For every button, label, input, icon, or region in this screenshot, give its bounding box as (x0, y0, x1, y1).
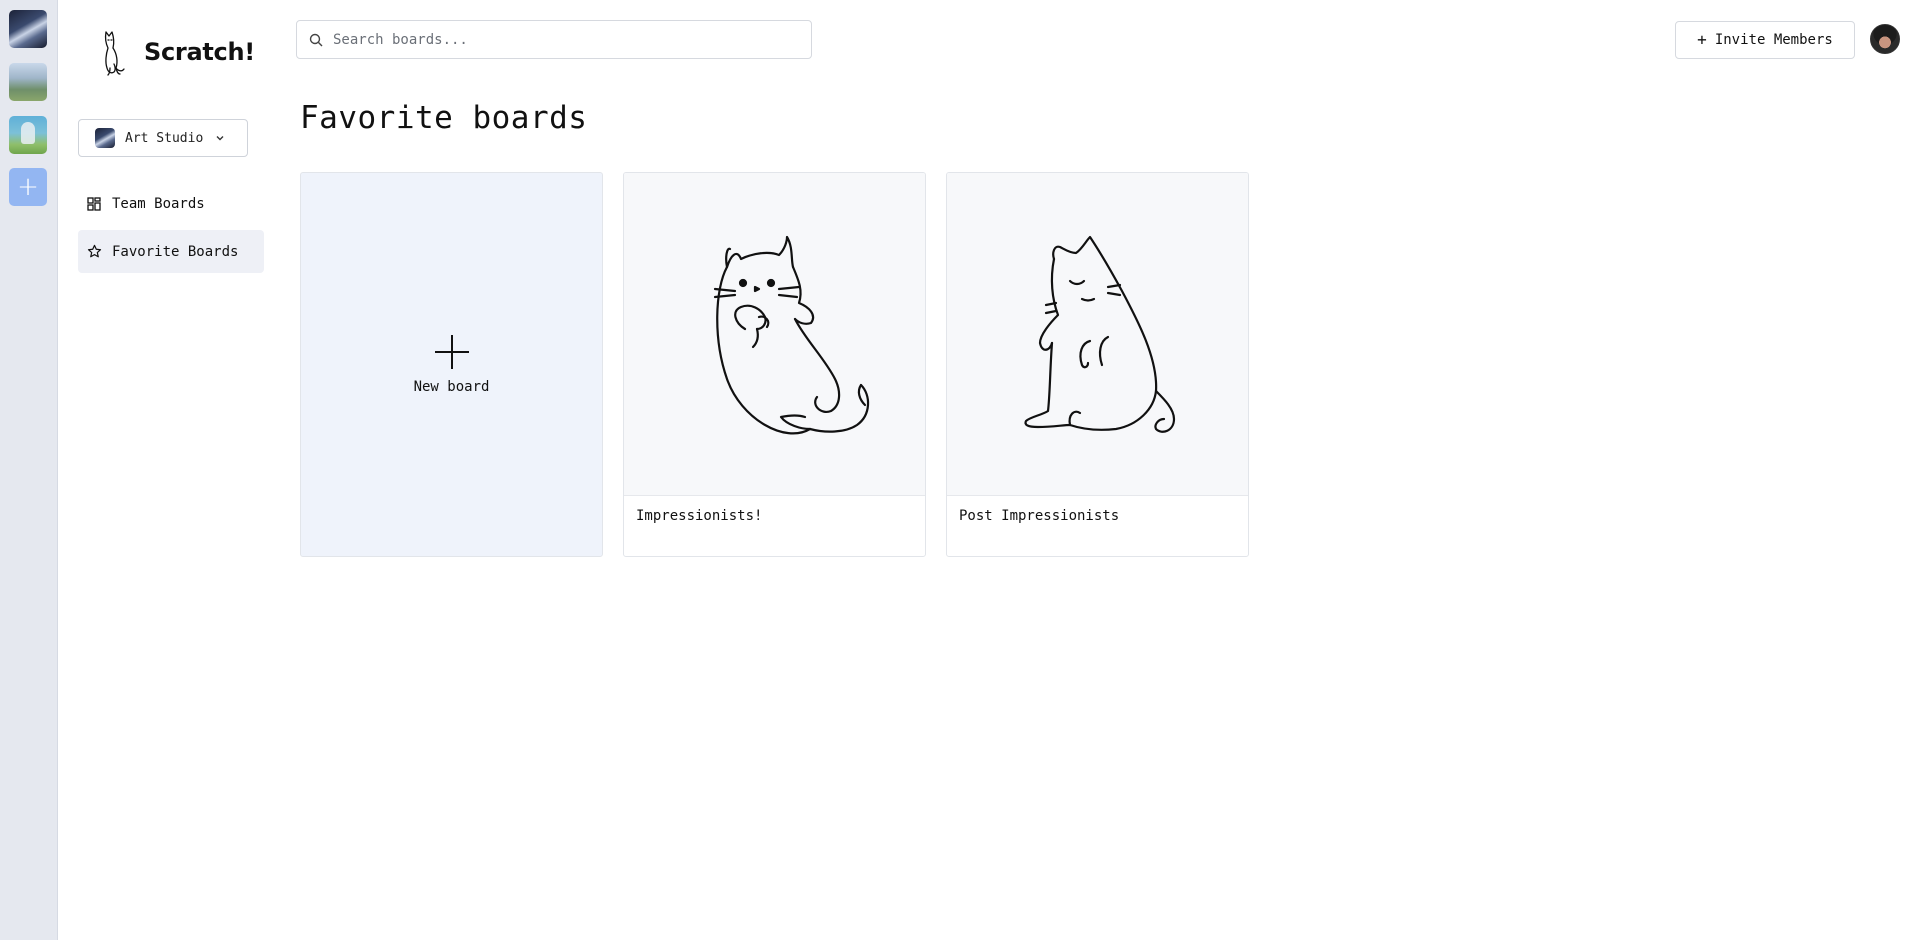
sidebar-item-favorite-boards[interactable]: Favorite Boards (78, 230, 264, 273)
grid-icon (86, 196, 102, 212)
plus-icon: + (17, 172, 39, 202)
org-selector[interactable]: Art Studio (78, 119, 248, 157)
org-avatar-2[interactable] (9, 63, 47, 101)
board-title: Impressionists! (636, 508, 763, 524)
org-rail: + (0, 0, 58, 940)
search-input[interactable] (333, 31, 793, 48)
org-avatar-3[interactable] (9, 116, 47, 154)
new-board-label: New board (413, 378, 490, 395)
sidebar-item-label: Favorite Boards (112, 243, 239, 260)
search-icon (309, 33, 323, 46)
app-logo[interactable]: Scratch! (96, 28, 255, 76)
star-icon (86, 244, 102, 260)
cat-sitting-illustration-icon (1023, 235, 1175, 433)
board-card[interactable]: Impressionists! (623, 172, 926, 557)
cat-logo-icon (104, 31, 125, 76)
add-org-button[interactable]: + (9, 168, 47, 206)
plus-icon (434, 334, 469, 369)
invite-members-label: Invite Members (1714, 32, 1833, 48)
sidebar-nav: Team Boards Favorite Boards (78, 182, 264, 278)
sidebar-item-label: Team Boards (112, 195, 205, 212)
app-name: Scratch! (144, 38, 255, 66)
board-thumbnail (624, 173, 925, 496)
board-card[interactable]: Post Impressionists (946, 172, 1249, 557)
user-avatar[interactable] (1870, 24, 1900, 54)
org-selector-label: Art Studio (125, 130, 204, 146)
invite-members-button[interactable]: + Invite Members (1675, 21, 1855, 59)
sidebar-item-team-boards[interactable]: Team Boards (78, 182, 264, 225)
org-thumbnail (95, 128, 115, 148)
plus-icon: + (1697, 30, 1707, 49)
cat-rolling-illustration-icon (713, 235, 869, 435)
page-title: Favorite boards (300, 100, 588, 136)
search-bar[interactable] (296, 20, 812, 59)
new-board-card[interactable]: New board (300, 172, 603, 557)
board-thumbnail (947, 173, 1248, 496)
org-avatar-art-studio[interactable] (9, 10, 47, 48)
board-title: Post Impressionists (959, 508, 1120, 524)
chevron-down-icon (216, 136, 224, 141)
